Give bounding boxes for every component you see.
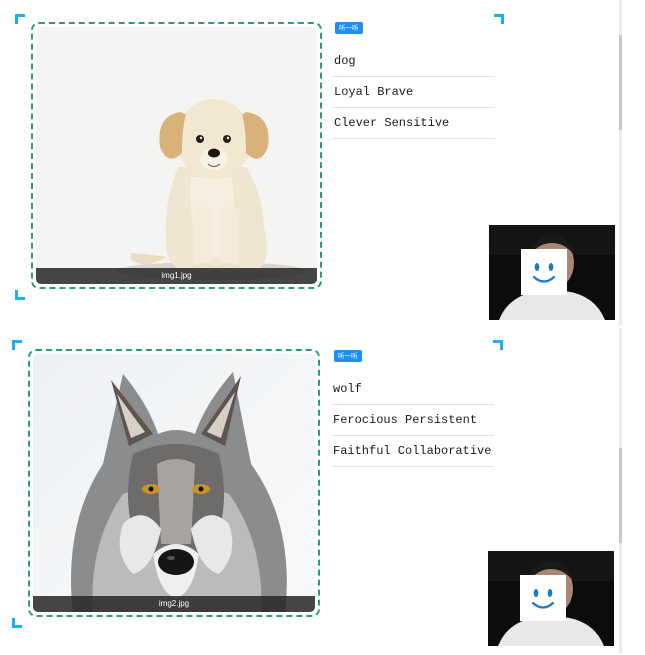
word-item-trait: Ferocious Persistent [332,405,494,436]
scrollbar[interactable] [619,0,622,325]
word-list: wolf Ferocious Persistent Faithful Colla… [332,374,494,467]
scrollbar[interactable] [619,328,622,653]
corner-marker-top-left [12,340,22,350]
image-frame[interactable]: img2.jpg [28,349,320,617]
listen-button[interactable]: 听一听 [334,350,362,362]
corner-marker-top-right [494,14,504,24]
camera-preview [488,551,614,646]
corner-marker-bottom-left [12,618,22,628]
word-item-trait: Clever Sensitive [333,108,495,139]
word-item-name: wolf [332,374,494,405]
word-item-trait: Loyal Brave [333,77,495,108]
corner-marker-bottom-left [15,290,25,300]
word-item-name: dog [333,46,495,77]
wolf-photo: img2.jpg [33,354,315,612]
scrollbar-thumb[interactable] [619,35,622,130]
word-card-1: img1.jpg 听一听 dog Loyal Brave Clever Sens… [0,0,622,325]
image-frame[interactable]: img1.jpg [31,22,322,289]
word-card-2: img2.jpg 听一听 wolf Ferocious Persistent F… [0,328,622,653]
word-list: dog Loyal Brave Clever Sensitive [333,46,495,139]
camera-preview [489,225,615,320]
corner-marker-top-right [493,340,503,350]
image-caption: img2.jpg [33,596,315,612]
puppy-photo: img1.jpg [36,27,317,284]
image-caption: img1.jpg [36,268,317,284]
corner-marker-top-left [15,14,25,24]
smiley-face-icon [521,249,567,295]
word-item-trait: Faithful Collaborative [332,436,494,467]
scrollbar-thumb[interactable] [619,448,622,543]
listen-button[interactable]: 听一听 [335,22,363,34]
smiley-face-icon [520,575,566,621]
